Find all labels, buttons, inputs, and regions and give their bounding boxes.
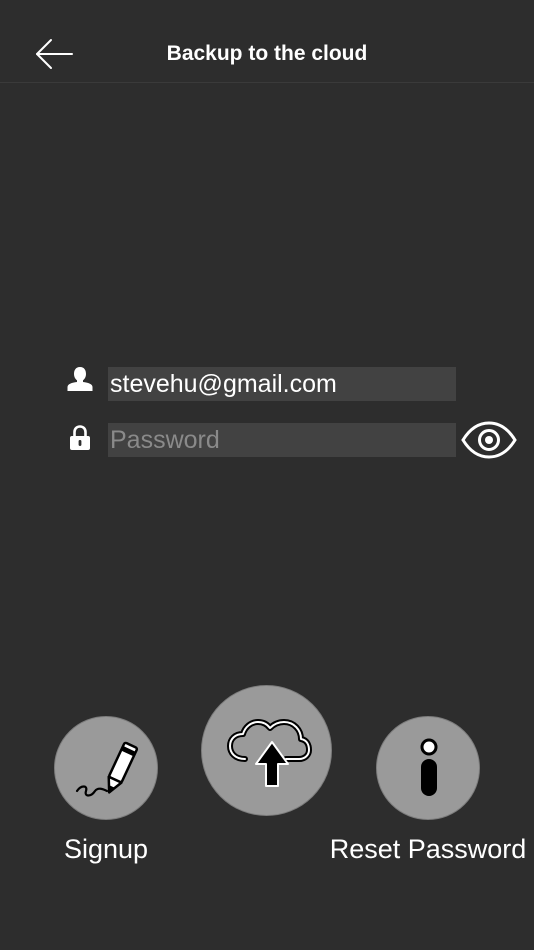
eye-icon [461, 421, 517, 459]
signup-button[interactable] [54, 716, 158, 820]
signup-label[interactable]: Signup [54, 834, 158, 865]
reset-password-label[interactable]: Reset Password [326, 834, 530, 865]
show-password-toggle[interactable] [460, 420, 518, 460]
reset-password-button[interactable] [376, 716, 480, 820]
page-title: Backup to the cloud [166, 42, 368, 65]
cloud-upload-button[interactable] [201, 685, 332, 816]
password-input[interactable] [108, 423, 456, 457]
info-icon [420, 738, 438, 796]
user-icon [67, 367, 93, 391]
header: Backup to the cloud [0, 0, 534, 83]
pen-icon [75, 741, 139, 797]
cloud-upload-icon [227, 719, 312, 787]
lock-icon [70, 425, 90, 450]
email-input[interactable] [108, 367, 456, 401]
